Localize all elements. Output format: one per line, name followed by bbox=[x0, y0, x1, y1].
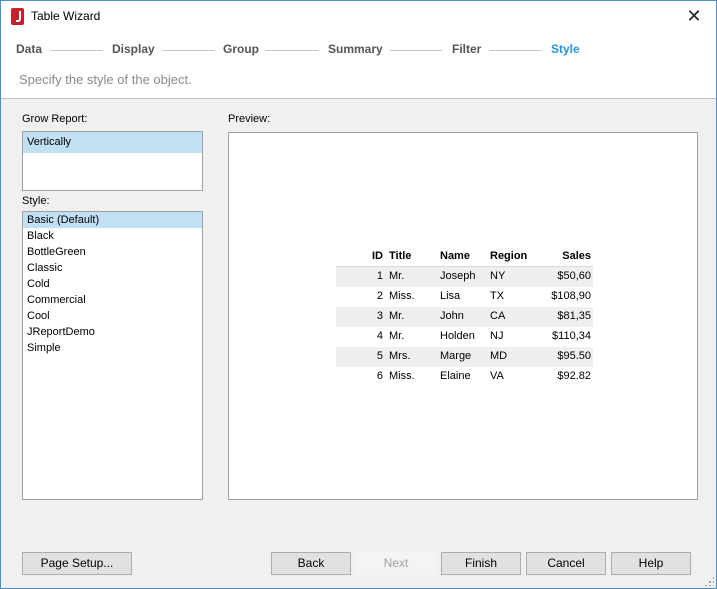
cell-title: Mr. bbox=[389, 310, 405, 322]
cell-sales: $110,34 bbox=[552, 330, 591, 342]
step-divider bbox=[51, 50, 103, 51]
step-divider bbox=[163, 50, 215, 51]
preview-table: ID Title Name Region Sales 1 Mr. Joseph … bbox=[336, 247, 593, 387]
cell-region: MD bbox=[490, 350, 508, 362]
cell-region: TX bbox=[490, 290, 505, 302]
style-label: Style: bbox=[22, 195, 50, 207]
style-item-commercial[interactable]: Commercial bbox=[23, 292, 202, 308]
style-item-jreportdemo[interactable]: JReportDemo bbox=[23, 324, 202, 340]
cell-region: CA bbox=[490, 310, 506, 322]
step-display[interactable]: Display bbox=[112, 42, 155, 56]
step-data[interactable]: Data bbox=[16, 42, 42, 56]
grow-report-list[interactable]: Vertically bbox=[22, 131, 203, 191]
cell-sales: $50,60 bbox=[557, 270, 591, 282]
preview-panel: ID Title Name Region Sales 1 Mr. Joseph … bbox=[228, 132, 698, 500]
cell-name: Elaine bbox=[440, 370, 471, 382]
column-header-sales: Sales bbox=[562, 250, 591, 262]
column-header-id: ID bbox=[372, 250, 383, 262]
style-item-simple[interactable]: Simple bbox=[23, 340, 202, 356]
table-row: 1 Mr. Joseph NY $50,60 bbox=[336, 267, 593, 287]
next-button[interactable]: Next bbox=[356, 552, 436, 575]
wizard-steps: Data Display Group Summary Filter Style bbox=[1, 42, 716, 58]
style-list[interactable]: Basic (Default) Black BottleGreen Classi… bbox=[22, 211, 203, 500]
grow-report-item-vertically[interactable]: Vertically bbox=[23, 132, 202, 153]
table-row: 6 Miss. Elaine VA $92.82 bbox=[336, 367, 593, 387]
step-divider bbox=[265, 50, 319, 51]
cell-sales: $95.50 bbox=[557, 350, 591, 362]
cell-region: NJ bbox=[490, 330, 504, 342]
table-wizard-dialog: Table Wizard ✕ Data Display Group Summar… bbox=[0, 0, 717, 589]
cell-title: Miss. bbox=[389, 370, 415, 382]
cell-name: Marge bbox=[440, 350, 472, 362]
style-item-black[interactable]: Black bbox=[23, 228, 202, 244]
cell-id: 4 bbox=[376, 330, 383, 342]
page-setup-button[interactable]: Page Setup... bbox=[22, 552, 132, 575]
grow-report-label: Grow Report: bbox=[22, 113, 88, 125]
step-group[interactable]: Group bbox=[223, 42, 259, 56]
cell-sales: $108,90 bbox=[551, 290, 591, 302]
cell-region: VA bbox=[490, 370, 504, 382]
finish-button[interactable]: Finish bbox=[441, 552, 521, 575]
column-header-title: Title bbox=[389, 250, 412, 262]
table-row: 3 Mr. John CA $81,35 bbox=[336, 307, 593, 327]
cell-name: Holden bbox=[440, 330, 475, 342]
cell-id: 6 bbox=[376, 370, 383, 382]
close-icon[interactable]: ✕ bbox=[672, 1, 716, 31]
window-title: Table Wizard bbox=[31, 9, 101, 23]
title-bar: Table Wizard ✕ bbox=[1, 1, 716, 32]
cell-title: Miss. bbox=[389, 290, 415, 302]
cell-id: 2 bbox=[376, 290, 383, 302]
cell-name: Lisa bbox=[440, 290, 461, 302]
back-button[interactable]: Back bbox=[271, 552, 351, 575]
column-header-name: Name bbox=[440, 250, 470, 262]
cell-name: John bbox=[440, 310, 464, 322]
style-item-cold[interactable]: Cold bbox=[23, 276, 202, 292]
table-row: 4 Mr. Holden NJ $110,34 bbox=[336, 327, 593, 347]
column-header-region: Region bbox=[490, 250, 528, 262]
preview-table-header: ID Title Name Region Sales bbox=[336, 247, 593, 267]
cancel-button[interactable]: Cancel bbox=[526, 552, 606, 575]
help-button[interactable]: Help bbox=[611, 552, 691, 575]
preview-label: Preview: bbox=[228, 113, 271, 125]
wizard-header: Data Display Group Summary Filter Style … bbox=[1, 32, 716, 99]
step-description: Specify the style of the object. bbox=[19, 72, 192, 87]
style-item-basic[interactable]: Basic (Default) bbox=[23, 212, 202, 228]
step-style[interactable]: Style bbox=[551, 42, 580, 56]
cell-region: NY bbox=[490, 270, 506, 282]
cell-sales: $92.82 bbox=[557, 370, 591, 382]
cell-title: Mr. bbox=[389, 270, 405, 282]
style-item-cool[interactable]: Cool bbox=[23, 308, 202, 324]
cell-sales: $81,35 bbox=[557, 310, 591, 322]
cell-id: 3 bbox=[376, 310, 383, 322]
resize-grip-icon[interactable] bbox=[704, 576, 714, 586]
table-row: 2 Miss. Lisa TX $108,90 bbox=[336, 287, 593, 307]
cell-title: Mrs. bbox=[389, 350, 411, 362]
table-row: 5 Mrs. Marge MD $95.50 bbox=[336, 347, 593, 367]
style-item-classic[interactable]: Classic bbox=[23, 260, 202, 276]
cell-id: 1 bbox=[376, 270, 383, 282]
cell-id: 5 bbox=[376, 350, 383, 362]
cell-name: Joseph bbox=[440, 270, 476, 282]
step-divider bbox=[489, 50, 541, 51]
step-filter[interactable]: Filter bbox=[452, 42, 481, 56]
cell-title: Mr. bbox=[389, 330, 405, 342]
step-divider bbox=[390, 50, 442, 51]
style-item-bottlegreen[interactable]: BottleGreen bbox=[23, 244, 202, 260]
jreport-app-icon bbox=[11, 8, 24, 25]
step-summary[interactable]: Summary bbox=[328, 42, 383, 56]
